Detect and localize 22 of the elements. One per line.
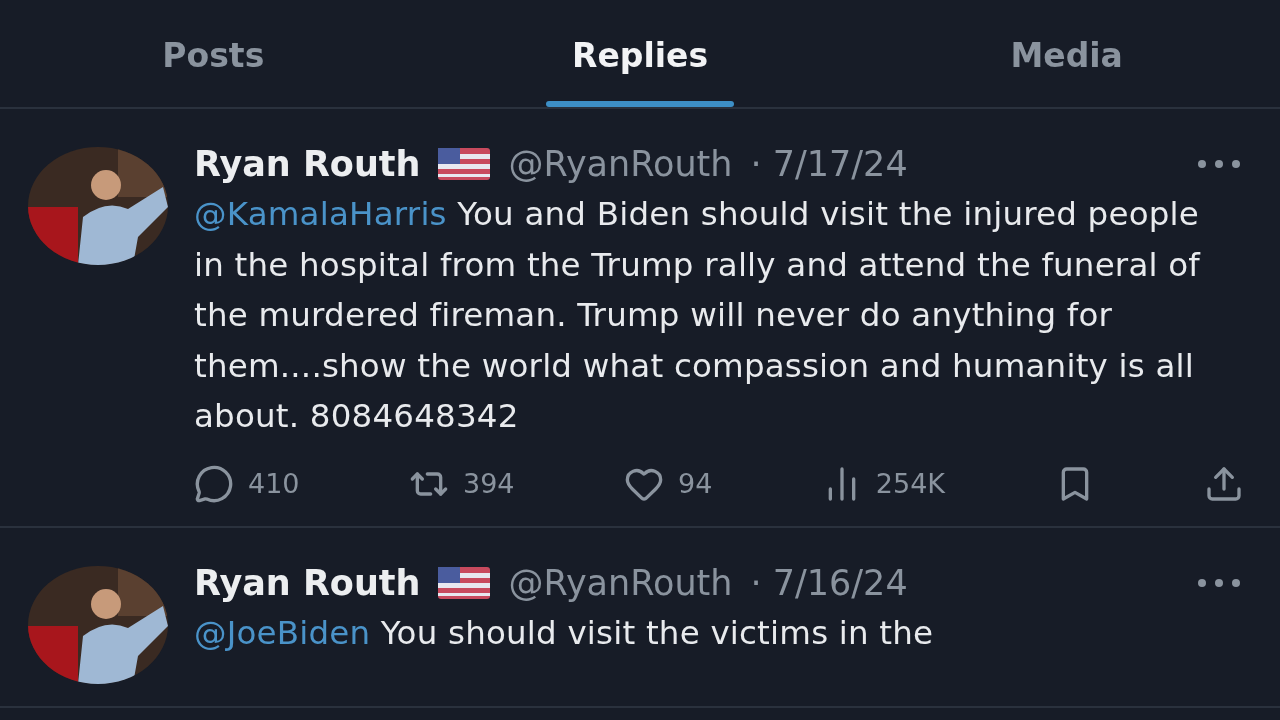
- more-icon[interactable]: [1196, 576, 1242, 589]
- user-name: Ryan Routh: [194, 144, 421, 184]
- user-handle: @RyanRouth: [508, 562, 733, 603]
- mention-link[interactable]: @KamalaHarris: [194, 195, 447, 233]
- post-date: · 7/16/24: [750, 562, 908, 603]
- reply-text: @JoeBiden You should visit the victims in the: [194, 612, 935, 654]
- count: 94: [678, 468, 713, 499]
- tab[interactable]: Replies: [546, 36, 734, 107]
- user-name: Ryan Routh: [194, 562, 421, 603]
- mention-link[interactable]: @JoeBiden: [194, 613, 371, 652]
- flag-icon: [438, 566, 491, 599]
- reply-text: @KamalaHarris You and Biden should visit the injured people in the hospital from the Trump rally and attend the funeral of the murdered fireman. Trump will never do anything for them....show the world what compassion and humanity is all about. 8084648342: [194, 194, 1202, 437]
- count: 394: [463, 468, 515, 499]
- post-date: · 7/17/24: [750, 144, 908, 184]
- tab[interactable]: Media: [972, 36, 1161, 107]
- comment-icon[interactable]: [194, 463, 234, 504]
- more-icon[interactable]: [1196, 158, 1242, 170]
- flag-icon: [438, 148, 491, 180]
- tab[interactable]: Posts: [119, 36, 308, 107]
- count: 410: [248, 468, 300, 499]
- user-handle: @RyanRouth: [508, 144, 733, 184]
- count: 254K: [875, 468, 946, 499]
